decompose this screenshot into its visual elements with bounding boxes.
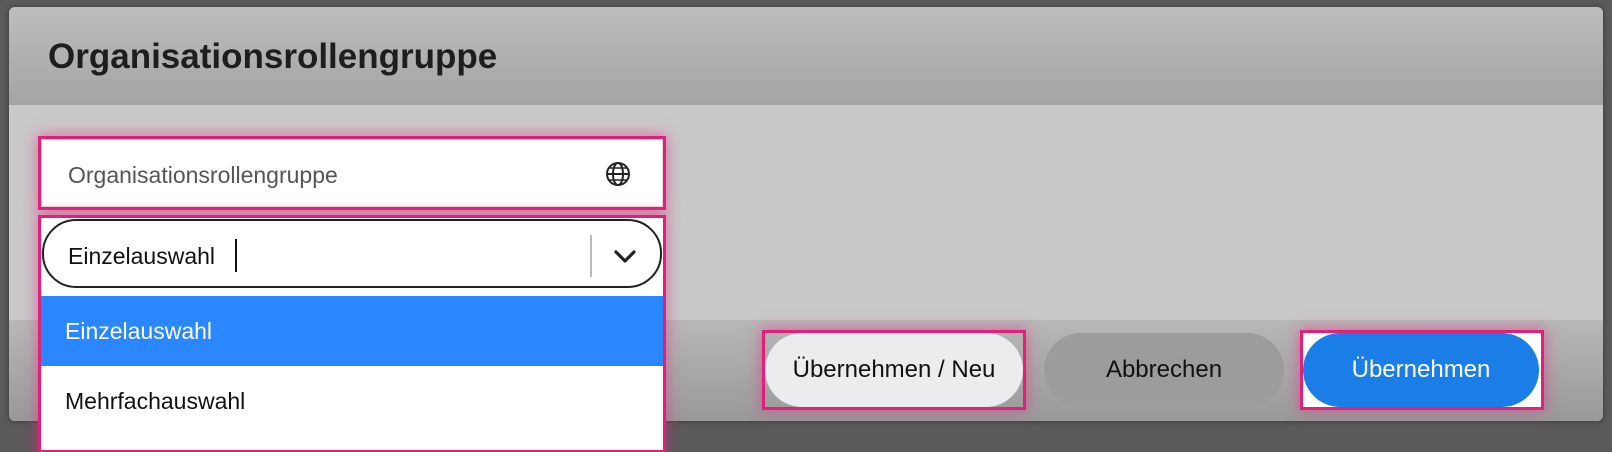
dialog-header: Organisationsrollengruppe: [9, 7, 1603, 105]
dialog-title: Organisationsrollengruppe: [48, 37, 498, 76]
chevron-down-icon[interactable]: [610, 241, 640, 271]
option-mehrfachauswahl[interactable]: Mehrfachauswahl: [41, 366, 663, 436]
selection-type-select[interactable]: Einzelauswahl: [42, 219, 662, 288]
name-field-value: Organisationsrollengruppe: [68, 162, 338, 188]
apply-new-button[interactable]: Übernehmen / Neu: [765, 333, 1023, 407]
option-einzelauswahl[interactable]: Einzelauswahl: [41, 296, 663, 366]
globe-icon[interactable]: [604, 160, 632, 188]
background-partial-text: i: [0, 176, 3, 219]
text-cursor: [235, 239, 237, 272]
cancel-button[interactable]: Abbrechen: [1044, 333, 1284, 407]
select-separator: [590, 235, 592, 277]
selection-type-dropdown: Einzelauswahl Einzelauswahl Mehrfachausw…: [41, 218, 663, 450]
apply-button[interactable]: Übernehmen: [1303, 333, 1539, 407]
name-field[interactable]: Organisationsrollengruppe: [41, 139, 663, 207]
selection-type-value: Einzelauswahl: [68, 243, 216, 269]
